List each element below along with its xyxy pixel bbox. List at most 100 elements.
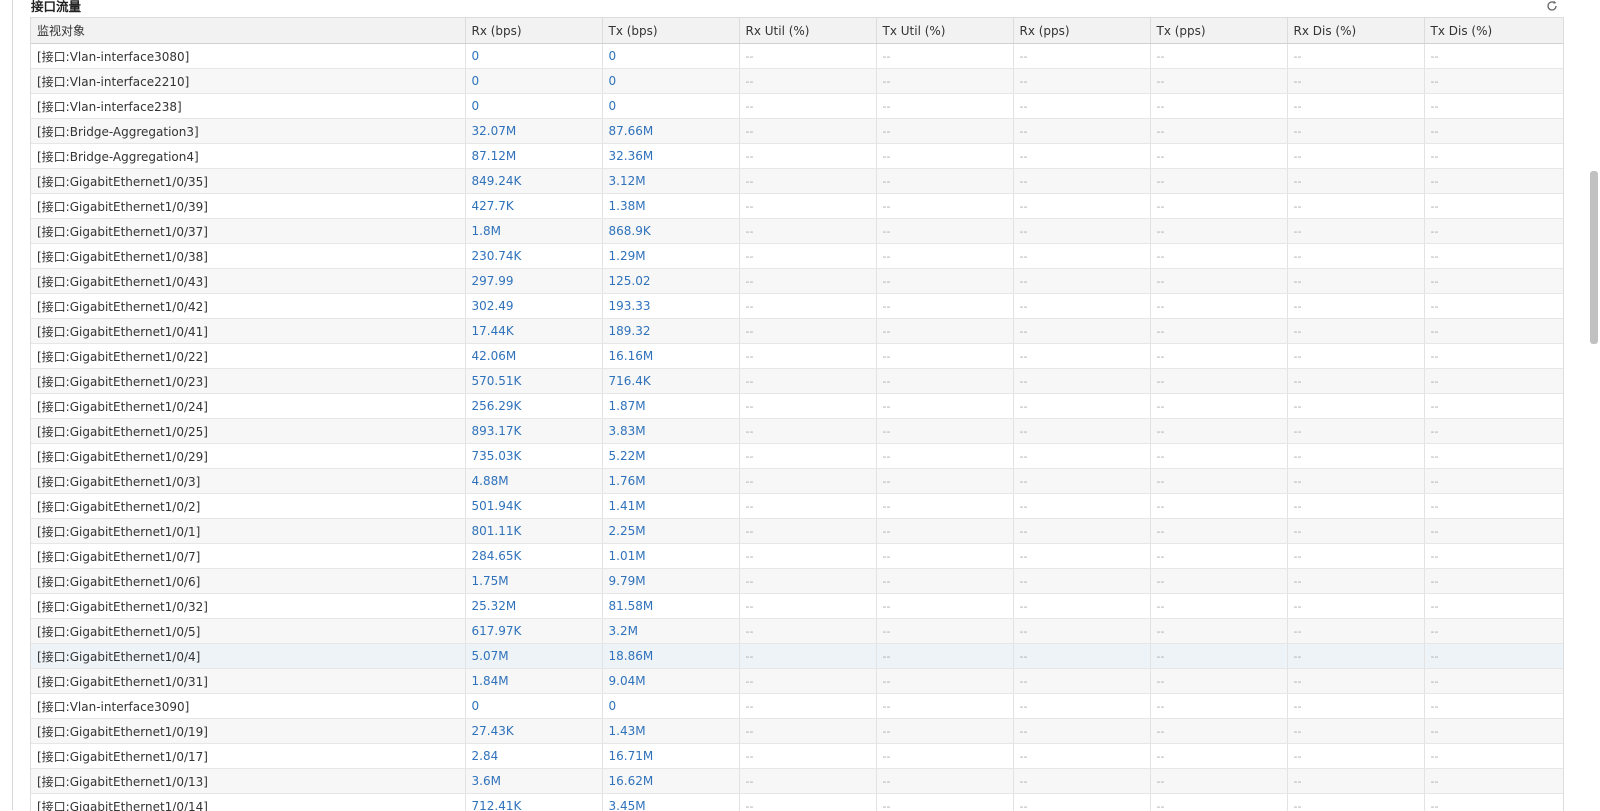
cell-tx-bps[interactable]: 5.22M [602, 444, 739, 469]
cell-rx-bps[interactable]: 1.75M [465, 569, 602, 594]
cell-rx-bps[interactable]: 256.29K [465, 394, 602, 419]
vertical-scrollbar-track[interactable] [1584, 0, 1600, 810]
cell-tx-bps[interactable]: 189.32 [602, 319, 739, 344]
table-row[interactable]: [接口:GigabitEthernet1/0/14]712.41K3.45M--… [31, 794, 1563, 811]
cell-rx-bps[interactable]: 42.06M [465, 344, 602, 369]
column-header-rx-dis[interactable]: Rx Dis (%) [1287, 18, 1424, 44]
cell-rx-bps[interactable]: 27.43K [465, 719, 602, 744]
cell-rx-bps[interactable]: 230.74K [465, 244, 602, 269]
cell-rx-bps[interactable]: 617.97K [465, 619, 602, 644]
cell-rx-bps[interactable]: 0 [465, 69, 602, 94]
cell-tx-bps[interactable]: 87.66M [602, 119, 739, 144]
column-header-rx-bps[interactable]: Rx (bps) [465, 18, 602, 44]
table-row[interactable]: [接口:Vlan-interface3080]00------------ [31, 44, 1563, 69]
cell-rx-bps[interactable]: 284.65K [465, 544, 602, 569]
cell-tx-bps[interactable]: 868.9K [602, 219, 739, 244]
cell-rx-bps[interactable]: 297.99 [465, 269, 602, 294]
table-row[interactable]: [接口:GigabitEthernet1/0/32]25.32M81.58M--… [31, 594, 1563, 619]
cell-tx-bps[interactable]: 32.36M [602, 144, 739, 169]
column-header-tx-bps[interactable]: Tx (bps) [602, 18, 739, 44]
cell-tx-bps[interactable]: 0 [602, 694, 739, 719]
cell-rx-bps[interactable]: 1.84M [465, 669, 602, 694]
column-header-monitored-object[interactable]: 监视对象 [31, 18, 465, 44]
cell-tx-bps[interactable]: 0 [602, 94, 739, 119]
column-header-rx-util[interactable]: Rx Util (%) [739, 18, 876, 44]
table-row[interactable]: [接口:GigabitEthernet1/0/13]3.6M16.62M----… [31, 769, 1563, 794]
cell-tx-bps[interactable]: 1.76M [602, 469, 739, 494]
cell-rx-bps[interactable]: 712.41K [465, 794, 602, 811]
cell-rx-bps[interactable]: 17.44K [465, 319, 602, 344]
table-row[interactable]: [接口:GigabitEthernet1/0/29]735.03K5.22M--… [31, 444, 1563, 469]
table-row[interactable]: [接口:Vlan-interface2210]00------------ [31, 69, 1563, 94]
cell-rx-bps[interactable]: 87.12M [465, 144, 602, 169]
cell-rx-bps[interactable]: 801.11K [465, 519, 602, 544]
cell-tx-bps[interactable]: 3.83M [602, 419, 739, 444]
cell-rx-bps[interactable]: 0 [465, 694, 602, 719]
table-row[interactable]: [接口:GigabitEthernet1/0/6]1.75M9.79M-----… [31, 569, 1563, 594]
cell-tx-bps[interactable]: 0 [602, 69, 739, 94]
cell-tx-bps[interactable]: 3.45M [602, 794, 739, 811]
cell-tx-bps[interactable]: 0 [602, 44, 739, 69]
table-row[interactable]: [接口:GigabitEthernet1/0/42]302.49193.33--… [31, 294, 1563, 319]
cell-tx-bps[interactable]: 81.58M [602, 594, 739, 619]
refresh-icon[interactable] [1546, 0, 1558, 12]
column-header-tx-dis[interactable]: Tx Dis (%) [1424, 18, 1563, 44]
table-row[interactable]: [接口:GigabitEthernet1/0/2]501.94K1.41M---… [31, 494, 1563, 519]
cell-rx-bps[interactable]: 5.07M [465, 644, 602, 669]
table-row[interactable]: [接口:Vlan-interface238]00------------ [31, 94, 1563, 119]
cell-tx-bps[interactable]: 9.79M [602, 569, 739, 594]
cell-rx-bps[interactable]: 25.32M [465, 594, 602, 619]
cell-rx-bps[interactable]: 849.24K [465, 169, 602, 194]
table-row[interactable]: [接口:GigabitEthernet1/0/17]2.8416.71M----… [31, 744, 1563, 769]
table-row[interactable]: [接口:GigabitEthernet1/0/43]297.99125.02--… [31, 269, 1563, 294]
cell-tx-bps[interactable]: 1.38M [602, 194, 739, 219]
vertical-scrollbar-thumb[interactable] [1590, 171, 1598, 344]
cell-tx-bps[interactable]: 1.01M [602, 544, 739, 569]
table-row[interactable]: [接口:Bridge-Aggregation4]87.12M32.36M----… [31, 144, 1563, 169]
table-row[interactable]: [接口:GigabitEthernet1/0/22]42.06M16.16M--… [31, 344, 1563, 369]
table-row[interactable]: [接口:Vlan-interface3090]00------------ [31, 694, 1563, 719]
table-row[interactable]: [接口:GigabitEthernet1/0/35]849.24K3.12M--… [31, 169, 1563, 194]
table-row[interactable]: [接口:GigabitEthernet1/0/38]230.74K1.29M--… [31, 244, 1563, 269]
table-row[interactable]: [接口:GigabitEthernet1/0/5]617.97K3.2M----… [31, 619, 1563, 644]
cell-tx-bps[interactable]: 125.02 [602, 269, 739, 294]
cell-rx-bps[interactable]: 3.6M [465, 769, 602, 794]
table-row[interactable]: [接口:GigabitEthernet1/0/39]427.7K1.38M---… [31, 194, 1563, 219]
table-row[interactable]: [接口:GigabitEthernet1/0/7]284.65K1.01M---… [31, 544, 1563, 569]
table-row[interactable]: [接口:GigabitEthernet1/0/24]256.29K1.87M--… [31, 394, 1563, 419]
cell-tx-bps[interactable]: 193.33 [602, 294, 739, 319]
cell-rx-bps[interactable]: 427.7K [465, 194, 602, 219]
cell-tx-bps[interactable]: 3.12M [602, 169, 739, 194]
table-row[interactable]: [接口:GigabitEthernet1/0/4]5.07M18.86M----… [31, 644, 1563, 669]
cell-rx-bps[interactable]: 32.07M [465, 119, 602, 144]
table-row[interactable]: [接口:GigabitEthernet1/0/23]570.51K716.4K-… [31, 369, 1563, 394]
table-row[interactable]: [接口:Bridge-Aggregation3]32.07M87.66M----… [31, 119, 1563, 144]
cell-tx-bps[interactable]: 16.62M [602, 769, 739, 794]
table-row[interactable]: [接口:GigabitEthernet1/0/37]1.8M868.9K----… [31, 219, 1563, 244]
cell-tx-bps[interactable]: 1.87M [602, 394, 739, 419]
cell-tx-bps[interactable]: 1.43M [602, 719, 739, 744]
cell-tx-bps[interactable]: 16.71M [602, 744, 739, 769]
cell-rx-bps[interactable]: 501.94K [465, 494, 602, 519]
table-row[interactable]: [接口:GigabitEthernet1/0/1]801.11K2.25M---… [31, 519, 1563, 544]
cell-rx-bps[interactable]: 735.03K [465, 444, 602, 469]
column-header-rx-pps[interactable]: Rx (pps) [1013, 18, 1150, 44]
cell-tx-bps[interactable]: 716.4K [602, 369, 739, 394]
column-header-tx-util[interactable]: Tx Util (%) [876, 18, 1013, 44]
table-row[interactable]: [接口:GigabitEthernet1/0/25]893.17K3.83M--… [31, 419, 1563, 444]
cell-tx-bps[interactable]: 16.16M [602, 344, 739, 369]
cell-rx-bps[interactable]: 0 [465, 44, 602, 69]
cell-rx-bps[interactable]: 893.17K [465, 419, 602, 444]
table-row[interactable]: [接口:GigabitEthernet1/0/19]27.43K1.43M---… [31, 719, 1563, 744]
cell-tx-bps[interactable]: 1.41M [602, 494, 739, 519]
cell-rx-bps[interactable]: 2.84 [465, 744, 602, 769]
cell-tx-bps[interactable]: 18.86M [602, 644, 739, 669]
cell-rx-bps[interactable]: 4.88M [465, 469, 602, 494]
cell-tx-bps[interactable]: 1.29M [602, 244, 739, 269]
cell-tx-bps[interactable]: 2.25M [602, 519, 739, 544]
cell-tx-bps[interactable]: 9.04M [602, 669, 739, 694]
cell-rx-bps[interactable]: 0 [465, 94, 602, 119]
cell-rx-bps[interactable]: 1.8M [465, 219, 602, 244]
table-row[interactable]: [接口:GigabitEthernet1/0/31]1.84M9.04M----… [31, 669, 1563, 694]
column-header-tx-pps[interactable]: Tx (pps) [1150, 18, 1287, 44]
